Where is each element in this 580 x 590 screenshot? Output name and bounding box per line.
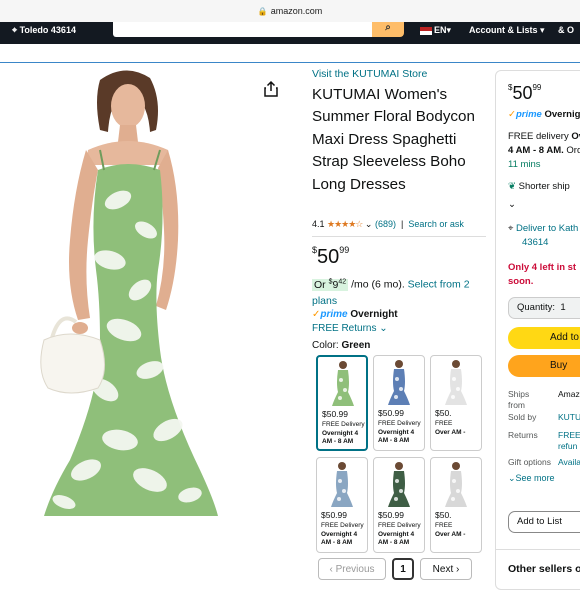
share-icon — [264, 80, 278, 97]
quantity-select[interactable]: Quantity: 1 — [508, 297, 580, 319]
swatch-thumbnail — [324, 360, 362, 406]
color-swatch[interactable]: $50. FREE Over AM - — [430, 457, 482, 553]
buybox-price: $5099 — [508, 83, 542, 103]
browser-url-bar[interactable]: 🔒 amazon.com — [0, 0, 580, 22]
location-pin-icon: ⌖ — [508, 223, 514, 234]
product-main-image[interactable] — [0, 70, 290, 516]
store-link[interactable]: Visit the KUTUMAI Store — [312, 68, 482, 80]
star-rating-icon[interactable]: ★★★★☆ — [327, 219, 363, 229]
swatch-price: $50. — [435, 510, 452, 520]
url-text: amazon.com — [270, 6, 323, 16]
swatch-price: $50.99 — [322, 409, 348, 419]
product-price: $5099 — [312, 245, 350, 268]
color-selected: Color: Green — [312, 340, 371, 351]
color-swatch[interactable]: $50. FREE Over AM - — [430, 355, 482, 451]
us-flag-icon — [420, 26, 432, 35]
swatch-price: $50. — [435, 408, 452, 418]
swatch-price: $50.99 — [378, 408, 404, 418]
prime-delivery-badge: ✓prime Overnight — [312, 309, 398, 320]
color-swatch[interactable]: $50.99 FREE Delivery Overnight 4 AM - 8 AM — [373, 355, 425, 451]
next-button[interactable]: Next › — [420, 558, 472, 580]
add-to-list-button[interactable]: Add to List — [508, 511, 580, 533]
account-lists-menu[interactable]: Account & Lists ▾ — [469, 25, 545, 36]
swatch-thumbnail — [380, 359, 418, 405]
deliver-to-zip[interactable]: 43614 — [522, 237, 548, 248]
deliver-to-link[interactable]: ⌖ Deliver to Kath — [508, 223, 578, 234]
share-button[interactable] — [262, 80, 280, 98]
returns-label: Returns — [508, 430, 538, 440]
divider — [312, 236, 486, 237]
chevron-down-icon[interactable]: ⌄ — [365, 219, 373, 229]
add-to-cart-button[interactable]: Add to — [508, 327, 580, 349]
shorter-shipping-option[interactable]: ❦ Shorter ship — [508, 181, 570, 192]
dress-model-illustration — [0, 70, 290, 516]
search-ask-link[interactable]: Search or ask — [408, 219, 464, 229]
stock-warning: Only 4 left in st — [508, 262, 577, 273]
page-number[interactable]: 1 — [392, 558, 414, 580]
gift-options-link[interactable]: Availa — [558, 457, 580, 467]
returns-link[interactable]: FREE refun — [558, 430, 580, 452]
swatch-thumbnail — [323, 461, 361, 507]
swatch-thumbnail — [437, 359, 475, 405]
swatch-delivery: FREE Delivery Overnight 4 AM - 8 AM — [322, 421, 365, 445]
buybox-delivery-window: 4 AM - 8 AM. Ord — [508, 145, 580, 156]
review-count-link[interactable]: (689) — [375, 219, 396, 229]
buybox-free-delivery: FREE delivery Ov — [508, 131, 580, 142]
header-divider — [0, 62, 580, 63]
product-title: KUTUMAI Women's Summer Floral Bodycon Ma… — [312, 86, 475, 193]
free-returns-link[interactable]: FREE Returns ⌄ — [312, 323, 388, 334]
location-pin-icon: ⌖ — [12, 25, 18, 35]
stock-warning-cont: soon. — [508, 276, 534, 287]
returns-orders-link[interactable]: & O — [558, 25, 574, 35]
color-swatch[interactable]: $50.99 FREE Delivery Overnight 4 AM - 8 AM — [316, 355, 368, 451]
chevron-down-icon: ⌄ — [379, 323, 388, 334]
color-swatch[interactable]: $50.99 FREE Delivery Overnight 4 AM - 8 AM — [316, 457, 368, 553]
buybox-countdown: 11 mins — [508, 159, 541, 170]
search-input[interactable] — [113, 22, 375, 37]
language-selector[interactable]: EN▾ — [420, 25, 451, 36]
deliver-location[interactable]: ⌖ Toledo 43614 — [12, 25, 76, 36]
top-navigation: ⌖ Toledo 43614 ⌕ EN▾ Account & Lists ▾ &… — [0, 22, 580, 44]
search-button[interactable]: ⌕ — [372, 22, 404, 37]
other-sellers-heading: Other sellers o — [508, 563, 580, 575]
swatch-delivery: FREE Delivery Overnight 4 AM - 8 AM — [321, 522, 364, 546]
sold-by-label: Sold by — [508, 412, 537, 422]
swatch-delivery: FREE Over AM - — [435, 522, 466, 538]
gift-options-label: Gift options — [508, 457, 551, 467]
swatch-delivery: FREE Over AM - — [435, 420, 466, 436]
see-more-link[interactable]: ⌄See more — [508, 473, 555, 484]
chevron-down-icon[interactable]: ⌄ — [508, 199, 516, 210]
rating-value: 4.1 — [312, 219, 325, 229]
ships-from-value: Amaz — [558, 389, 580, 399]
ships-from-label: Ships from — [508, 389, 530, 410]
swatch-delivery: FREE Delivery Overnight 4 AM - 8 AM — [378, 420, 421, 444]
swatch-price: $50.99 — [378, 510, 404, 520]
search-icon: ⌕ — [385, 22, 391, 33]
swatch-price: $50.99 — [321, 510, 347, 520]
color-swatch[interactable]: $50.99 FREE Delivery Overnight 4 AM - 8 AM — [373, 457, 425, 553]
rating-row: 4.1 ★★★★☆ ⌄ (689) | Search or ask — [312, 219, 464, 229]
swatch-thumbnail — [380, 461, 418, 507]
swatch-thumbnail — [437, 461, 475, 507]
chevron-down-icon: ⌄ — [508, 473, 516, 483]
lock-icon: 🔒 — [257, 6, 268, 16]
product-title-block: Visit the KUTUMAI Store KUTUMAI Women's … — [312, 68, 482, 196]
sold-by-link[interactable]: KUTU — [558, 412, 580, 422]
leaf-icon: ❦ — [508, 181, 516, 192]
divider — [496, 549, 580, 550]
installment-offer: Or $942 /mo (6 mo). Select from 2 plans — [312, 278, 470, 307]
swatch-delivery: FREE Delivery Overnight 4 AM - 8 AM — [378, 522, 421, 546]
installment-price-badge: Or $942 — [312, 278, 349, 291]
buy-box: $5099 ✓prime Overnight FREE delivery Ov … — [495, 70, 580, 590]
buybox-prime-badge: ✓prime Overnight — [508, 109, 580, 120]
buy-now-button[interactable]: Buy — [508, 355, 580, 377]
previous-button[interactable]: ‹ Previous — [318, 558, 386, 580]
